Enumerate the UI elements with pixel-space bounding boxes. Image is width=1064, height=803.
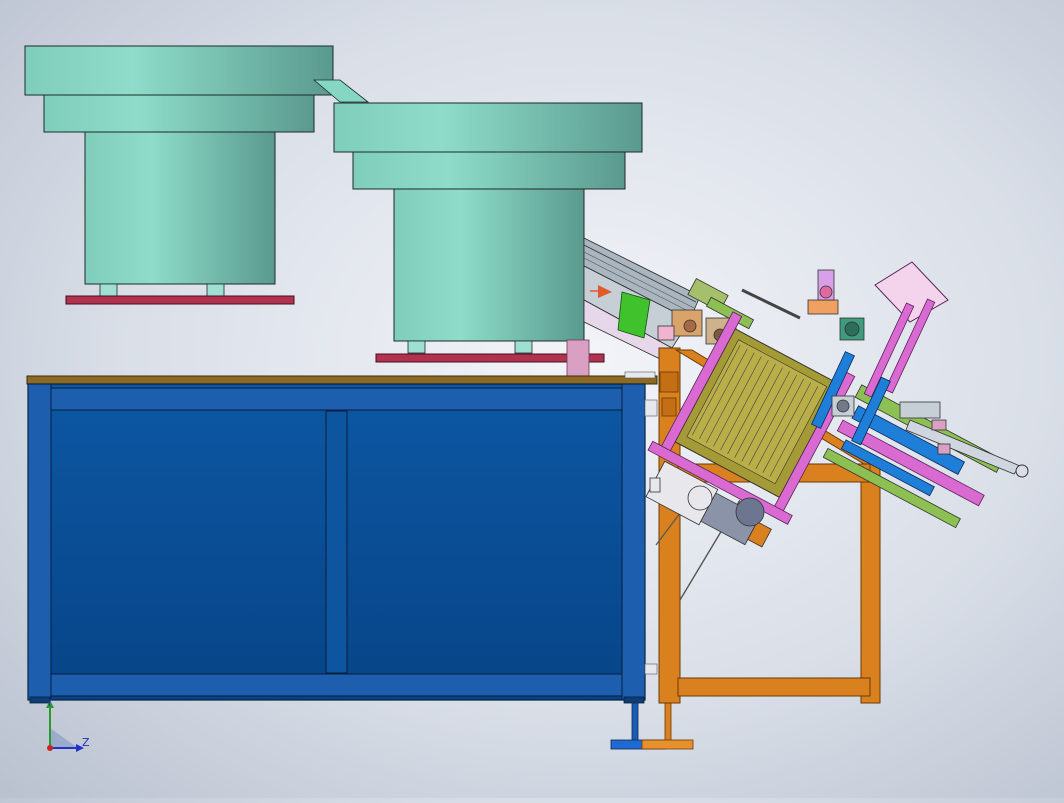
left-vibratory-bowl[interactable]	[24, 45, 334, 305]
cad-3d-viewport[interactable]: Y Z	[0, 0, 1064, 798]
y-axis-label: Y	[45, 696, 53, 709]
cabinet-center-divider	[325, 410, 348, 674]
coordinate-triad: Y Z	[45, 696, 90, 752]
leveling-feet	[610, 702, 694, 750]
left-bowl-base-plate	[65, 295, 295, 305]
x-axis-origin	[47, 745, 53, 751]
pneumatic-cylinder-housing	[874, 261, 949, 323]
green-feeder-block	[617, 291, 651, 339]
cabinet-top-plate	[26, 375, 658, 385]
blue-cabinet-base[interactable]	[26, 371, 658, 704]
pink-support-post	[566, 339, 590, 377]
right-vibratory-bowl[interactable]	[333, 102, 643, 377]
z-axis-label: Z	[82, 736, 90, 749]
